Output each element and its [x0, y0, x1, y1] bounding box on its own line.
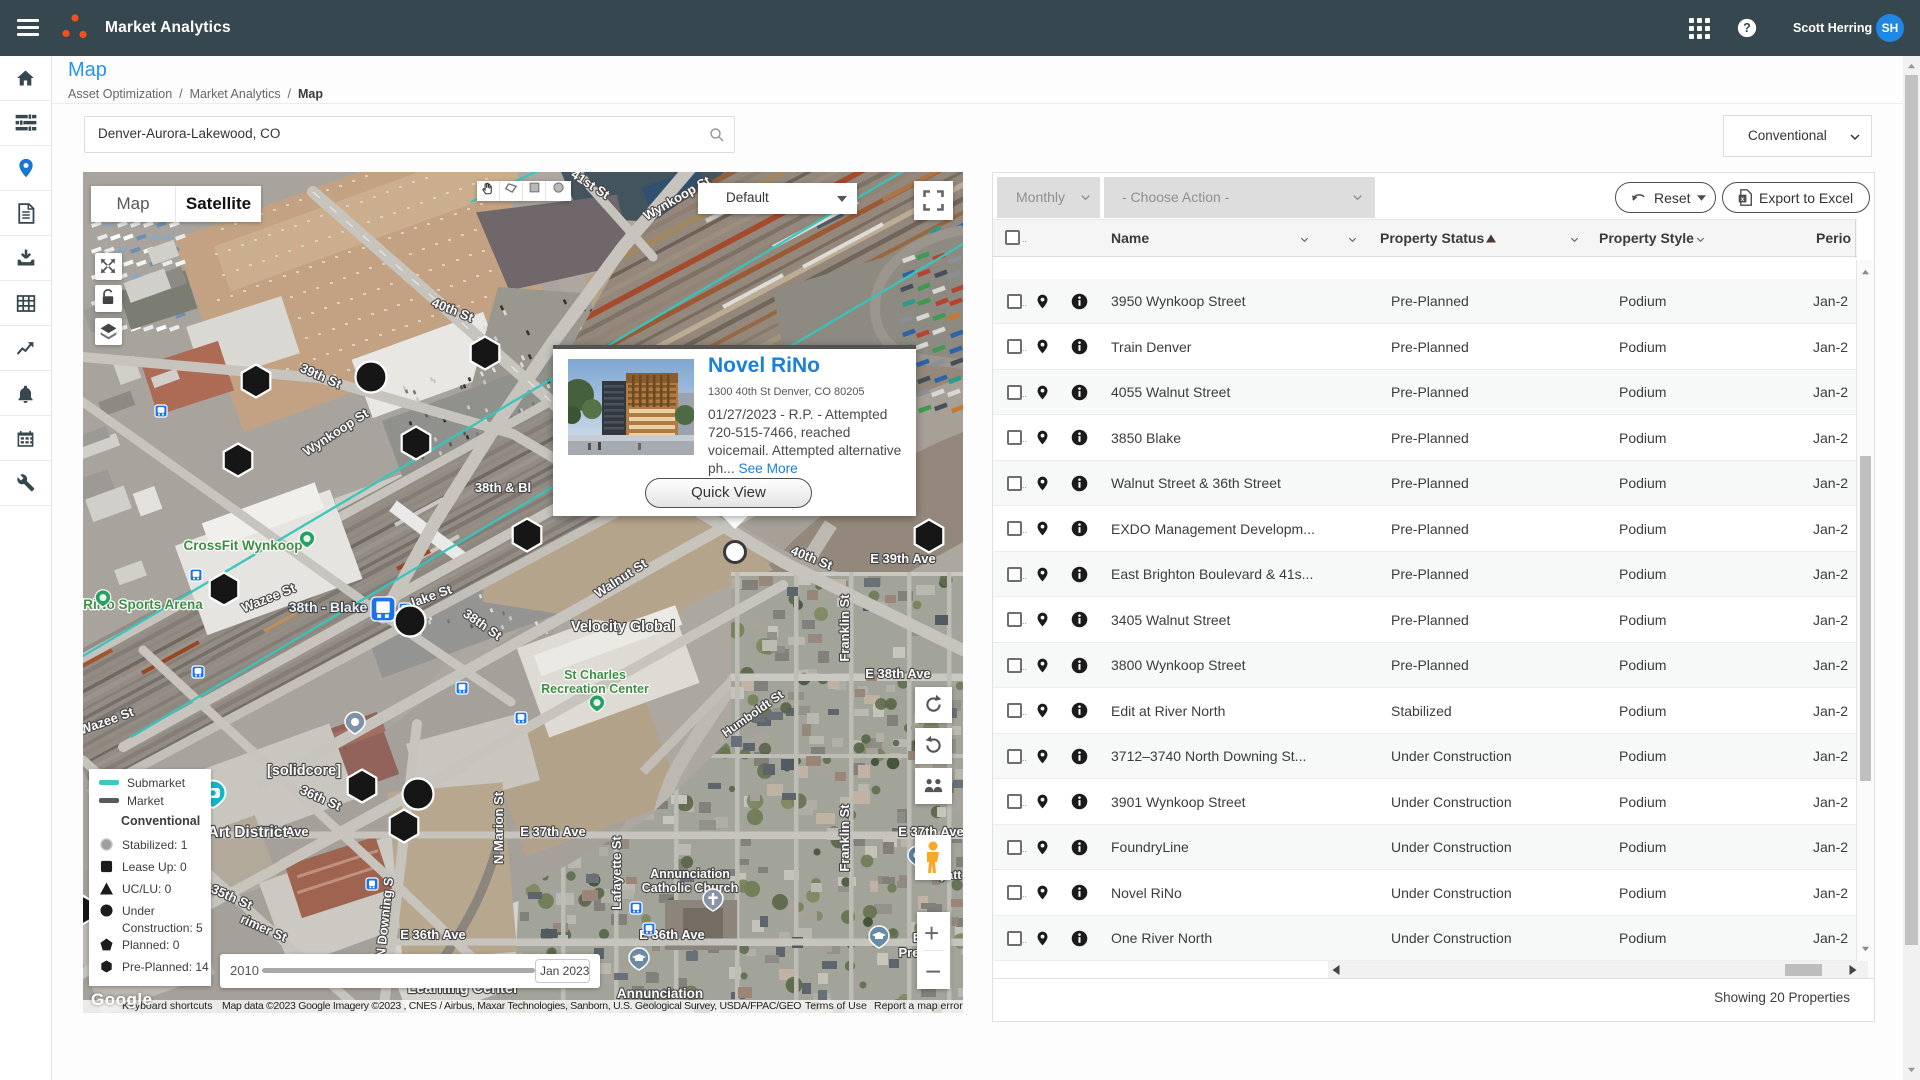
svg-text:Franklin St: Franklin St: [837, 804, 852, 872]
svg-text:Humboldt St: Humboldt St: [719, 688, 785, 740]
svg-text:x: x: [1741, 196, 1745, 203]
svg-text:Annunciation: Annunciation: [650, 867, 730, 881]
svg-text:38th St: 38th St: [461, 606, 506, 644]
svg-text:E 38th Ave: E 38th Ave: [865, 666, 931, 681]
svg-text:40th St: 40th St: [789, 543, 835, 573]
svg-text:38th & Bl: 38th & Bl: [475, 480, 531, 495]
svg-text:40th St: 40th St: [430, 295, 476, 325]
svg-text:CrossFit Wynkoop: CrossFit Wynkoop: [183, 538, 302, 553]
svg-text:36th St: 36th St: [298, 782, 344, 814]
svg-text:E 39th Ave: E 39th Ave: [870, 551, 936, 566]
svg-text:Lafayette St: Lafayette St: [609, 835, 624, 909]
svg-text:38th - Blake: 38th - Blake: [289, 599, 368, 615]
svg-text:Annunciation: Annunciation: [617, 986, 703, 1001]
svg-text:41st St: 41st St: [568, 172, 612, 202]
svg-text:Franklin St: Franklin St: [837, 594, 852, 662]
svg-text:St Charles: St Charles: [564, 668, 626, 682]
svg-text:N Marion St: N Marion St: [491, 791, 506, 864]
svg-text:Catholic Church: Catholic Church: [642, 881, 739, 895]
svg-text:Wazee St: Wazee St: [83, 704, 136, 738]
svg-text:?: ?: [1743, 21, 1751, 35]
svg-text:Velocity Global: Velocity Global: [571, 619, 675, 635]
svg-text:35th St: 35th St: [209, 881, 255, 913]
svg-text:Recreation Center: Recreation Center: [541, 682, 649, 696]
svg-text:E 36th Ave: E 36th Ave: [400, 927, 466, 942]
svg-text:[solidcore]: [solidcore]: [267, 763, 341, 779]
svg-text:rimer St: rimer St: [238, 911, 290, 945]
svg-text:Wynkoop St: Wynkoop St: [300, 405, 372, 459]
svg-text:39th St: 39th St: [298, 360, 344, 392]
svg-text:E 37th Ave: E 37th Ave: [520, 824, 586, 839]
svg-text:Walnut St: Walnut St: [592, 555, 651, 600]
